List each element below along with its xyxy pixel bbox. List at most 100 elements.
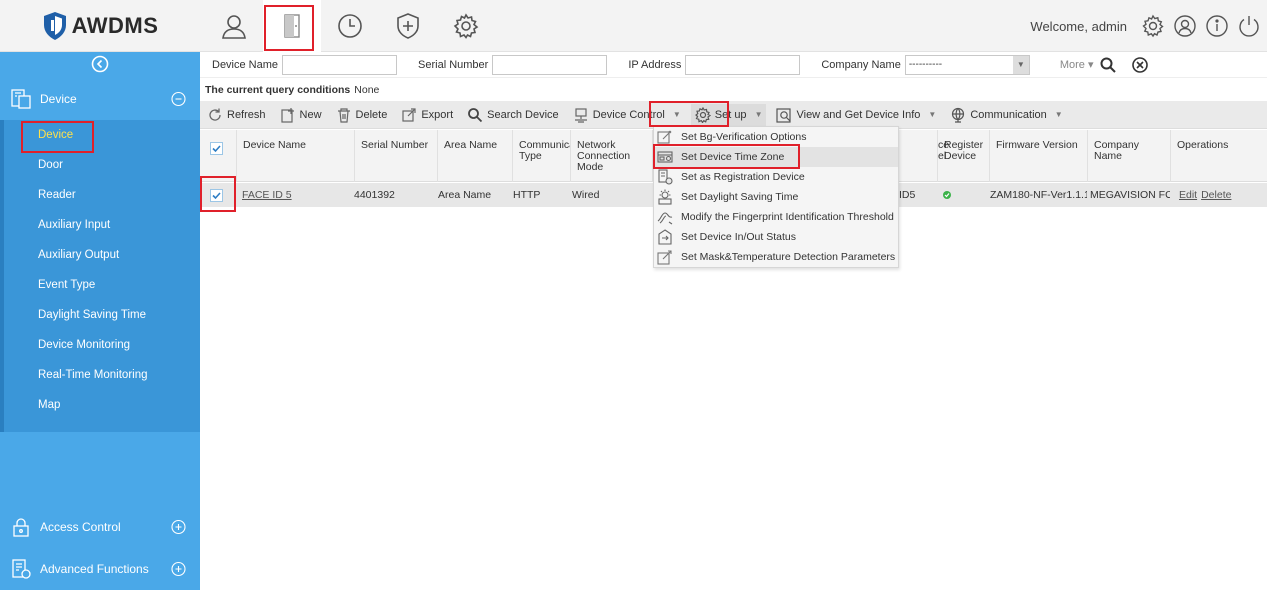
menu-item-time-zone[interactable]: Set Device Time Zone	[654, 147, 898, 167]
info-icon[interactable]	[1205, 14, 1229, 38]
nav-personnel[interactable]	[205, 0, 263, 52]
col-communication-type[interactable]: Communica Type	[512, 130, 570, 182]
time-zone-icon	[657, 151, 673, 163]
menu-item-registration-device[interactable]: Set as Registration Device	[654, 167, 898, 187]
nav-attendance[interactable]	[321, 0, 379, 52]
cell-device-name[interactable]: FACE ID 5	[236, 183, 354, 207]
row-checkbox[interactable]	[210, 188, 223, 202]
serial-number-input[interactable]	[492, 54, 608, 75]
sidebar-item-auxiliary-output[interactable]: Auxiliary Output	[0, 240, 200, 270]
export-icon	[402, 107, 416, 122]
power-icon[interactable]	[1237, 14, 1261, 38]
sidebar-item-reader[interactable]: Reader	[0, 180, 200, 210]
delete-button[interactable]: Delete	[332, 104, 392, 126]
search-icon[interactable]	[1099, 56, 1117, 74]
menu-item-daylight-saving[interactable]: Set Daylight Saving Time	[654, 187, 898, 207]
view-device-info-button[interactable]: View and Get Device Info ▼	[772, 104, 940, 126]
col-firmware-version[interactable]: Firmware Version	[989, 130, 1087, 182]
device-icon	[11, 89, 31, 109]
edit-link[interactable]: Edit	[1179, 189, 1197, 201]
col-area-name[interactable]: Area Name	[437, 130, 512, 182]
advanced-functions-icon	[12, 559, 31, 579]
sidebar-section-access-control[interactable]: Access Control	[0, 504, 200, 550]
col-register-device[interactable]: Register Device	[937, 130, 989, 182]
gear-icon	[453, 13, 479, 39]
app-name: AWDMS	[71, 13, 159, 38]
new-button[interactable]: New	[276, 104, 326, 126]
query-conditions: The current query conditions None	[205, 80, 379, 100]
more-filters-button[interactable]: More ▾	[1060, 58, 1094, 71]
check-circle-icon	[943, 191, 951, 199]
settings-icon[interactable]	[1141, 14, 1165, 38]
device-name-input[interactable]	[282, 54, 398, 75]
check-icon	[212, 145, 221, 153]
plus-circle-icon[interactable]	[171, 561, 186, 577]
sidebar-item-label: Auxiliary Input	[38, 219, 111, 231]
view-info-icon	[776, 107, 792, 123]
menu-item-mask-temperature[interactable]: Set Mask&Temperature Detection Parameter…	[654, 247, 898, 267]
sidebar-item-event-type[interactable]: Event Type	[0, 270, 200, 300]
sidebar-collapse-button[interactable]	[0, 52, 200, 76]
sidebar-item-label: Daylight Saving Time	[38, 309, 147, 321]
col-serial-number[interactable]: Serial Number	[354, 130, 437, 182]
clock-icon	[338, 14, 362, 38]
user-profile-icon[interactable]	[1173, 14, 1197, 38]
menu-item-bg-verification[interactable]: Set Bg-Verification Options	[654, 127, 898, 147]
sidebar-item-daylight-saving-time[interactable]: Daylight Saving Time	[0, 300, 200, 330]
sidebar-item-label: Real-Time Monitoring	[38, 369, 148, 381]
nav-access[interactable]	[263, 0, 321, 52]
sidebar-section-advanced[interactable]: Advanced Functions	[0, 546, 200, 590]
row-select-cell[interactable]	[200, 183, 236, 207]
minus-circle-icon[interactable]	[171, 91, 186, 107]
sidebar-item-auxiliary-input[interactable]: Auxiliary Input	[0, 210, 200, 240]
menu-item-label: Modify the Fingerprint Identification Th…	[681, 211, 894, 223]
col-device-name[interactable]: Device Name	[236, 130, 354, 182]
communication-button[interactable]: Communication ▼	[946, 104, 1066, 126]
fingerprint-icon	[657, 212, 673, 225]
select-all-checkbox[interactable]	[210, 142, 223, 155]
header-right: Welcome, admin	[1030, 0, 1261, 52]
setup-button[interactable]: Set up ▼	[690, 103, 767, 126]
sidebar-section-device[interactable]: Device	[0, 76, 200, 122]
sidebar-section-label: Advanced Functions	[40, 562, 149, 576]
chevron-down-icon: ▼	[1012, 55, 1029, 74]
plus-circle-icon[interactable]	[171, 519, 186, 535]
menu-item-fingerprint-threshold[interactable]: Modify the Fingerprint Identification Th…	[654, 207, 898, 227]
cell-operations: Edit Delete	[1173, 183, 1267, 207]
chevron-down-icon: ▼	[754, 110, 763, 119]
device-control-button[interactable]: Device Control ▼	[569, 104, 685, 126]
chevron-left-circle-icon	[91, 55, 109, 73]
sidebar-item-label: Door	[38, 159, 63, 171]
delete-link[interactable]: Delete	[1201, 189, 1231, 201]
export-label: Export	[421, 108, 454, 121]
nav-health[interactable]	[379, 0, 437, 52]
door-icon	[284, 14, 300, 38]
sidebar-item-real-time-monitoring[interactable]: Real-Time Monitoring	[0, 360, 200, 390]
registration-device-icon	[658, 169, 673, 185]
export-button[interactable]: Export	[397, 104, 457, 126]
menu-item-in-out-status[interactable]: Set Device In/Out Status	[654, 227, 898, 247]
col-network-mode[interactable]: Network Connection Mode	[570, 130, 652, 182]
company-name-label: Company Name	[821, 58, 901, 71]
refresh-button[interactable]: Refresh	[203, 104, 270, 126]
col-company-name[interactable]: Company Name	[1087, 130, 1170, 182]
sidebar-item-device-monitoring[interactable]: Device Monitoring	[0, 330, 200, 360]
nav-system[interactable]	[437, 0, 495, 52]
cell-network-mode: Wired	[572, 189, 600, 201]
menu-item-label: Set Device In/Out Status	[681, 231, 796, 243]
search-device-button[interactable]: Search Device	[463, 104, 563, 126]
company-name-select[interactable]: ---------- ▼	[904, 54, 1030, 75]
ip-address-input[interactable]	[685, 54, 801, 75]
clear-icon[interactable]	[1131, 56, 1149, 74]
col-operations: Operations	[1170, 130, 1267, 182]
sidebar-item-label: Event Type	[38, 279, 96, 291]
device-name-link[interactable]: FACE ID 5	[242, 189, 292, 201]
sidebar-item-door[interactable]: Door	[0, 150, 200, 180]
sidebar-section-label: Device	[40, 92, 77, 106]
select-all-cell[interactable]	[200, 130, 236, 182]
sidebar-item-device[interactable]: Device	[0, 120, 200, 150]
communication-label: Communication	[970, 108, 1047, 121]
chevron-down-icon: ▼	[1054, 110, 1063, 119]
cell-register-device	[937, 183, 989, 207]
sidebar-item-map[interactable]: Map	[0, 390, 200, 420]
